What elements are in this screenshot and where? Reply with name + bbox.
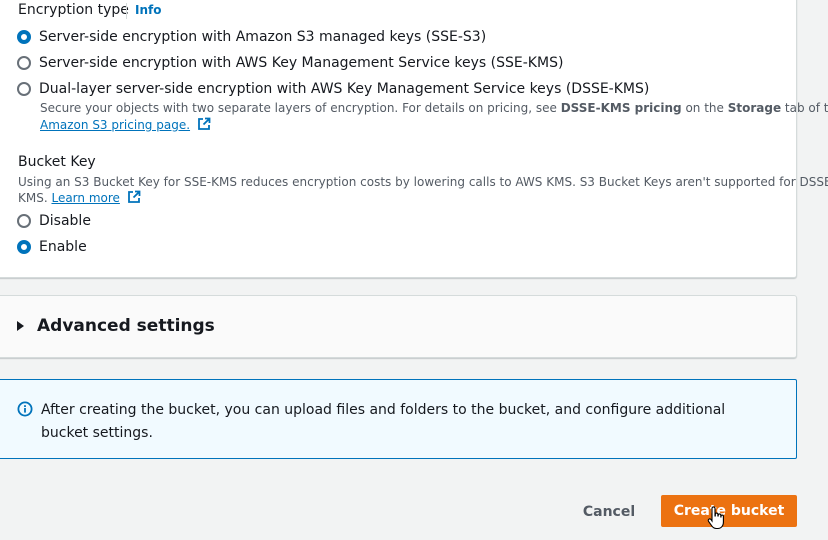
radio-dsse-kms-control[interactable]: [17, 82, 31, 96]
external-link-icon[interactable]: [127, 190, 141, 204]
bucket-key-description-line2: KMS. Learn more: [18, 189, 141, 207]
radio-sse-kms[interactable]: Server-side encryption with AWS Key Mana…: [17, 53, 563, 73]
dsse-desc-mid: on the: [681, 101, 728, 115]
learn-more-link[interactable]: Learn more: [51, 191, 119, 205]
radio-sse-s3[interactable]: Server-side encryption with Amazon S3 ma…: [17, 27, 486, 47]
dsse-desc-text: Secure your objects with two separate la…: [40, 101, 561, 115]
bucket-key-desc-end: KMS.: [18, 191, 52, 205]
alert-message: After creating the bucket, you can uploa…: [41, 402, 726, 441]
dsse-pricing-text: DSSE-KMS pricing: [560, 101, 682, 115]
radio-sse-s3-label: Server-side encryption with Amazon S3 ma…: [39, 29, 487, 45]
radio-dsse-kms-label: Dual-layer server-side encryption with A…: [39, 81, 650, 97]
cancel-button[interactable]: Cancel: [576, 497, 642, 527]
radio-dsse-kms[interactable]: Dual-layer server-side encryption with A…: [17, 79, 649, 99]
dsse-desc-suffix: tab of the: [784, 101, 828, 115]
radio-enable-control[interactable]: [17, 240, 31, 254]
info-separator: [126, 3, 127, 19]
default-encryption-panel: Encryption type Info Server-side encrypt…: [0, 0, 828, 278]
hand-cursor-icon: [707, 506, 724, 530]
create-bucket-page: Encryption type Info Server-side encrypt…: [0, 0, 828, 540]
info-icon: [17, 401, 33, 417]
pricing-link-row: Amazon S3 pricing page.: [40, 116, 211, 134]
radio-bucket-key-disable[interactable]: Disable: [17, 211, 91, 231]
advanced-settings-expander[interactable]: Advanced settings: [0, 295, 797, 358]
dsse-kms-description: Secure your objects with two separate la…: [40, 99, 828, 117]
bucket-key-label: Bucket Key: [18, 154, 96, 170]
radio-disable-control[interactable]: [17, 214, 31, 228]
storage-tab-text: Storage: [727, 101, 782, 115]
radio-sse-s3-control[interactable]: [17, 30, 31, 44]
info-alert: After creating the bucket, you can uploa…: [0, 379, 797, 459]
s3-pricing-link[interactable]: Amazon S3 pricing page.: [40, 118, 190, 132]
encryption-type-label: Encryption type: [18, 2, 129, 18]
encryption-info-link[interactable]: Info: [135, 3, 161, 17]
create-bucket-button[interactable]: Create bucket: [661, 495, 797, 527]
radio-enable-label: Enable: [39, 239, 87, 255]
external-link-icon[interactable]: [197, 117, 211, 131]
radio-sse-kms-label: Server-side encryption with AWS Key Mana…: [39, 55, 564, 71]
advanced-settings-title[interactable]: Advanced settings: [37, 316, 215, 336]
caret-right-icon[interactable]: [17, 321, 24, 331]
radio-bucket-key-enable[interactable]: Enable: [17, 237, 87, 257]
radio-sse-kms-control[interactable]: [17, 56, 31, 70]
radio-disable-label: Disable: [39, 213, 91, 229]
